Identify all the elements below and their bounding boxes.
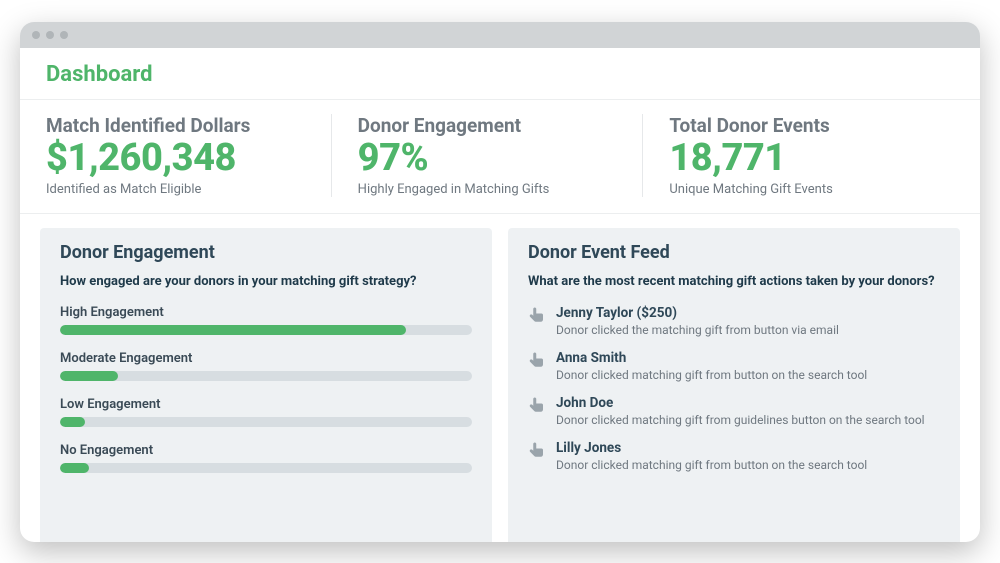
stat-title: Donor Engagement (358, 114, 623, 137)
feed-item[interactable]: John Doe Donor clicked matching gift fro… (528, 395, 940, 428)
panel-title: Donor Engagement (60, 242, 472, 263)
stat-total-events: Total Donor Events 18,771 Unique Matchin… (642, 114, 954, 198)
bar-track (60, 417, 472, 427)
stat-value: $1,260,348 (46, 139, 311, 179)
bar-fill (60, 371, 118, 381)
panels-row: Donor Engagement How engaged are your do… (20, 214, 980, 541)
feed-item-name: Jenny Taylor ($250) (556, 305, 839, 322)
engagement-bar-high: High Engagement (60, 305, 472, 335)
feed-item-desc: Donor clicked matching gift from button … (556, 367, 867, 383)
donor-engagement-panel: Donor Engagement How engaged are your do… (40, 228, 492, 541)
donor-event-feed-panel: Donor Event Feed What are the most recen… (508, 228, 960, 541)
bar-track (60, 463, 472, 473)
stat-value: 18,771 (669, 139, 934, 179)
feed-item-name: Anna Smith (556, 350, 867, 367)
stat-subtitle: Highly Engaged in Matching Gifts (358, 182, 623, 197)
feed-item-text: John Doe Donor clicked matching gift fro… (556, 395, 925, 428)
feed-item-text: Lilly Jones Donor clicked matching gift … (556, 440, 867, 473)
bar-track (60, 371, 472, 381)
feed-item[interactable]: Lilly Jones Donor clicked matching gift … (528, 440, 940, 473)
panel-subtitle: What are the most recent matching gift a… (528, 273, 940, 291)
window-control-maximize[interactable] (60, 31, 68, 39)
bar-track (60, 325, 472, 335)
bar-label: No Engagement (60, 443, 472, 458)
bar-fill (60, 463, 89, 473)
panel-title: Donor Event Feed (528, 242, 940, 263)
feed-item-text: Jenny Taylor ($250) Donor clicked the ma… (556, 305, 839, 338)
bar-fill (60, 325, 406, 335)
feed-item-name: John Doe (556, 395, 925, 412)
window-control-close[interactable] (32, 31, 40, 39)
pointer-icon (528, 396, 546, 414)
feed-item-desc: Donor clicked matching gift from guideli… (556, 412, 925, 428)
window-titlebar (20, 22, 980, 48)
window-control-minimize[interactable] (46, 31, 54, 39)
stat-value: 97% (358, 139, 623, 179)
bar-fill (60, 417, 85, 427)
stat-title: Total Donor Events (669, 114, 934, 137)
engagement-bar-moderate: Moderate Engagement (60, 351, 472, 381)
app-window: Dashboard Match Identified Dollars $1,26… (20, 22, 980, 542)
stats-row: Match Identified Dollars $1,260,348 Iden… (20, 100, 980, 215)
stat-subtitle: Identified as Match Eligible (46, 182, 311, 197)
bar-label: Moderate Engagement (60, 351, 472, 366)
feed-item-text: Anna Smith Donor clicked matching gift f… (556, 350, 867, 383)
stat-subtitle: Unique Matching Gift Events (669, 182, 934, 197)
pointer-icon (528, 441, 546, 459)
stat-title: Match Identified Dollars (46, 114, 311, 137)
bar-label: Low Engagement (60, 397, 472, 412)
pointer-icon (528, 306, 546, 324)
feed-item[interactable]: Anna Smith Donor clicked matching gift f… (528, 350, 940, 383)
page-title: Dashboard (46, 62, 954, 87)
pointer-icon (528, 351, 546, 369)
engagement-bar-low: Low Engagement (60, 397, 472, 427)
panel-subtitle: How engaged are your donors in your matc… (60, 273, 472, 291)
feed-item-name: Lilly Jones (556, 440, 867, 457)
page-header: Dashboard (20, 48, 980, 100)
feed-item[interactable]: Jenny Taylor ($250) Donor clicked the ma… (528, 305, 940, 338)
stat-match-dollars: Match Identified Dollars $1,260,348 Iden… (46, 114, 331, 198)
engagement-bar-none: No Engagement (60, 443, 472, 473)
feed-item-desc: Donor clicked matching gift from button … (556, 457, 867, 473)
feed-item-desc: Donor clicked the matching gift from but… (556, 322, 839, 338)
bar-label: High Engagement (60, 305, 472, 320)
stat-donor-engagement: Donor Engagement 97% Highly Engaged in M… (331, 114, 643, 198)
